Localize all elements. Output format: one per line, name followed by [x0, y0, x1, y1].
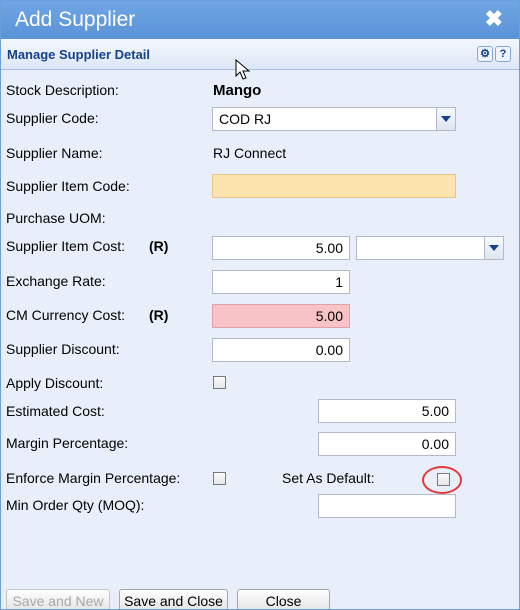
chevron-down-icon[interactable] — [484, 237, 503, 259]
supplier-item-code-label: Supplier Item Code: — [6, 178, 130, 194]
margin-percentage-label: Margin Percentage: — [6, 435, 129, 451]
moq-input[interactable] — [318, 494, 456, 518]
mouse-pointer-icon — [235, 59, 251, 80]
moq-label: Min Order Qty (MOQ): — [6, 497, 145, 513]
currency-select[interactable] — [356, 236, 504, 260]
help-icon[interactable]: ? — [495, 46, 511, 62]
supplier-name-label: Supplier Name: — [6, 145, 103, 161]
dialog-title: Add Supplier — [15, 8, 136, 31]
close-icon[interactable]: ✖ — [485, 6, 503, 32]
save-and-new-button[interactable]: Save and New — [6, 589, 110, 609]
chevron-down-icon[interactable] — [436, 108, 455, 130]
title-bar[interactable]: Add Supplier ✖ — [1, 1, 519, 39]
close-button[interactable]: Close — [237, 589, 330, 609]
required-marker: (R) — [149, 238, 169, 254]
apply-discount-label: Apply Discount: — [6, 375, 104, 391]
estimated-cost-input[interactable]: 5.00 — [318, 399, 456, 423]
supplier-item-code-input[interactable] — [212, 174, 456, 198]
supplier-code-label: Supplier Code: — [6, 110, 99, 126]
stock-description-value: Mango — [213, 82, 262, 99]
set-as-default-label: Set As Default: — [282, 470, 375, 486]
supplier-code-value: COD RJ — [219, 111, 272, 127]
required-marker: (R) — [149, 307, 169, 323]
estimated-cost-label: Estimated Cost: — [6, 403, 105, 419]
supplier-item-cost-input[interactable]: 5.00 — [212, 236, 350, 260]
supplier-code-select[interactable]: COD RJ — [212, 107, 456, 131]
purchase-uom-label: Purchase UOM: — [6, 210, 106, 226]
save-and-close-button[interactable]: Save and Close — [119, 589, 228, 609]
cm-currency-cost-input[interactable]: 5.00 — [212, 304, 350, 328]
enforce-margin-label: Enforce Margin Percentage: — [6, 470, 181, 486]
button-bar: Save and New Save and Close Close — [1, 589, 519, 609]
panel-header: Manage Supplier Detail ⚙ ? — [1, 39, 519, 70]
supplier-item-cost-label: Supplier Item Cost: — [6, 238, 126, 254]
stock-description-label: Stock Description: — [6, 82, 119, 98]
exchange-rate-input[interactable]: 1 — [212, 270, 350, 294]
supplier-discount-label: Supplier Discount: — [6, 341, 120, 357]
highlight-circle — [422, 466, 462, 494]
margin-percentage-input[interactable]: 0.00 — [318, 432, 456, 456]
supplier-name-value: RJ Connect — [213, 145, 287, 161]
add-supplier-dialog: Add Supplier ✖ Manage Supplier Detail ⚙ … — [0, 0, 520, 610]
enforce-margin-checkbox[interactable] — [213, 472, 226, 485]
cm-currency-cost-label: CM Currency Cost: — [6, 307, 126, 323]
panel-title: Manage Supplier Detail — [7, 47, 151, 62]
gear-icon[interactable]: ⚙ — [477, 46, 493, 62]
exchange-rate-label: Exchange Rate: — [6, 273, 106, 289]
apply-discount-checkbox[interactable] — [213, 376, 226, 389]
supplier-discount-input[interactable]: 0.00 — [212, 338, 350, 362]
